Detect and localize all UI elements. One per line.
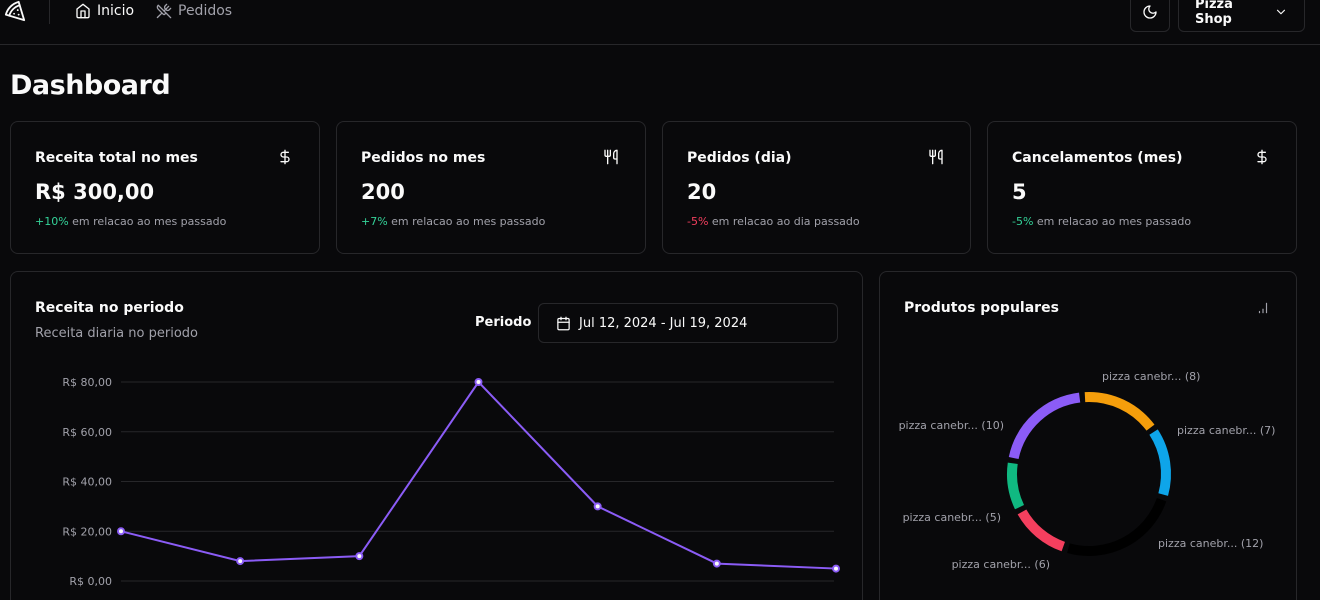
pie-slice-label: pizza canebr... (5)	[903, 511, 1001, 524]
stat-value: 200	[361, 180, 405, 204]
top-header: Inicio Pedidos Pizza Shop	[0, 0, 1320, 45]
utensils-icon	[603, 149, 619, 165]
data-point[interactable]	[832, 564, 840, 573]
data-point[interactable]	[712, 559, 721, 568]
y-tick-label: R$ 80,00	[62, 376, 112, 389]
popular-products-card: Produtos populares pizza canebr... (8) pi…	[879, 271, 1297, 600]
pie-slice-label: pizza canebr... (8)	[1102, 370, 1200, 383]
stat-change-percent: +10%	[35, 215, 69, 228]
data-point[interactable]	[474, 378, 483, 386]
pie-slice[interactable]	[1008, 392, 1081, 460]
stat-change: +10% em relacao ao mes passado	[35, 215, 226, 228]
page-title: Dashboard	[10, 70, 171, 101]
stat-change-text: em relacao ao mes passado	[1033, 215, 1192, 228]
stat-change: -5% em relacao ao mes passado	[1012, 215, 1191, 228]
stat-change: -5% em relacao ao dia passado	[687, 215, 860, 228]
nav-link-label: Inicio	[97, 3, 135, 19]
store-menu-button[interactable]: Pizza Shop	[1178, 0, 1305, 32]
dollar-icon	[277, 149, 293, 165]
stat-card-pedidos-mes: Pedidos no mes 200 +7% em relacao ao mes…	[336, 121, 646, 254]
stat-change-percent: +7%	[361, 215, 388, 228]
stat-value: 5	[1012, 180, 1027, 204]
pie-slice-label: pizza canebr... (12)	[1158, 537, 1263, 550]
pie-slice-label: pizza canebr... (10)	[899, 419, 1004, 432]
pie-slice-label: pizza canebr... (7)	[1177, 424, 1275, 437]
stat-title: Receita total no mes	[35, 150, 198, 166]
revenue-line-chart: R$ 0,00 R$ 20,00 R$ 40,00 R$ 60,00 R$ 80,00	[62, 376, 840, 588]
dollar-icon	[1254, 149, 1270, 165]
y-tick-label: R$ 20,00	[62, 525, 112, 538]
popular-products-pie-chart: pizza canebr... (8) pizza canebr... (7) pi…	[899, 370, 1276, 571]
stat-title: Pedidos no mes	[361, 150, 486, 166]
stat-value: R$ 300,00	[35, 180, 155, 204]
pie-slice[interactable]	[1067, 497, 1167, 556]
stat-change-percent: -5%	[687, 215, 709, 228]
stat-change-percent: -5%	[1012, 215, 1034, 228]
revenue-chart-card: Receita no periodo Receita diaria no per…	[10, 271, 863, 600]
stat-change-text: em relacao ao mes passado	[68, 215, 227, 228]
nav-link-pedidos[interactable]: Pedidos	[156, 3, 232, 19]
pie-slice[interactable]	[1007, 462, 1025, 510]
stat-change-text: em relacao ao dia passado	[708, 215, 860, 228]
pie-slice[interactable]	[1149, 429, 1171, 496]
stat-title: Pedidos (dia)	[687, 150, 792, 166]
stat-change: +7% em relacao ao mes passado	[361, 215, 545, 228]
data-point[interactable]	[117, 527, 125, 536]
pie-slice[interactable]	[1017, 509, 1066, 552]
pizza-logo-icon[interactable]	[4, 0, 26, 22]
stat-title: Cancelamentos (mes)	[1012, 150, 1183, 166]
chevron-down-icon	[1276, 9, 1286, 15]
nav-link-label: Pedidos	[178, 3, 233, 19]
stat-card-pedidos-dia: Pedidos (dia) 20 -5% em relacao ao dia p…	[662, 121, 971, 254]
y-tick-label: R$ 0,00	[69, 575, 112, 588]
stat-value: 20	[687, 180, 717, 204]
moon-icon	[1143, 5, 1157, 19]
header-separator	[49, 0, 50, 24]
y-tick-label: R$ 40,00	[62, 476, 112, 489]
data-point[interactable]	[236, 557, 245, 566]
store-name: Pizza Shop	[1195, 0, 1233, 27]
data-point[interactable]	[593, 502, 602, 511]
pie-slice-label: pizza canebr... (6)	[952, 558, 1050, 571]
utensils-crossed-icon	[156, 3, 172, 19]
stat-change-text: em relacao ao mes passado	[387, 215, 546, 228]
y-tick-label: R$ 60,00	[62, 426, 112, 439]
nav-link-inicio[interactable]: Inicio	[75, 3, 134, 19]
revenue-line	[120, 380, 837, 570]
stat-card-cancelamentos: Cancelamentos (mes) 5 -5% em relacao ao …	[987, 121, 1297, 254]
pie-slice[interactable]	[1084, 392, 1155, 431]
home-icon	[76, 3, 90, 19]
data-point[interactable]	[355, 552, 364, 561]
stat-card-receita: Receita total no mes R$ 300,00 +10% em r…	[10, 121, 320, 254]
theme-toggle-button[interactable]	[1130, 0, 1170, 32]
utensils-icon	[928, 149, 944, 165]
